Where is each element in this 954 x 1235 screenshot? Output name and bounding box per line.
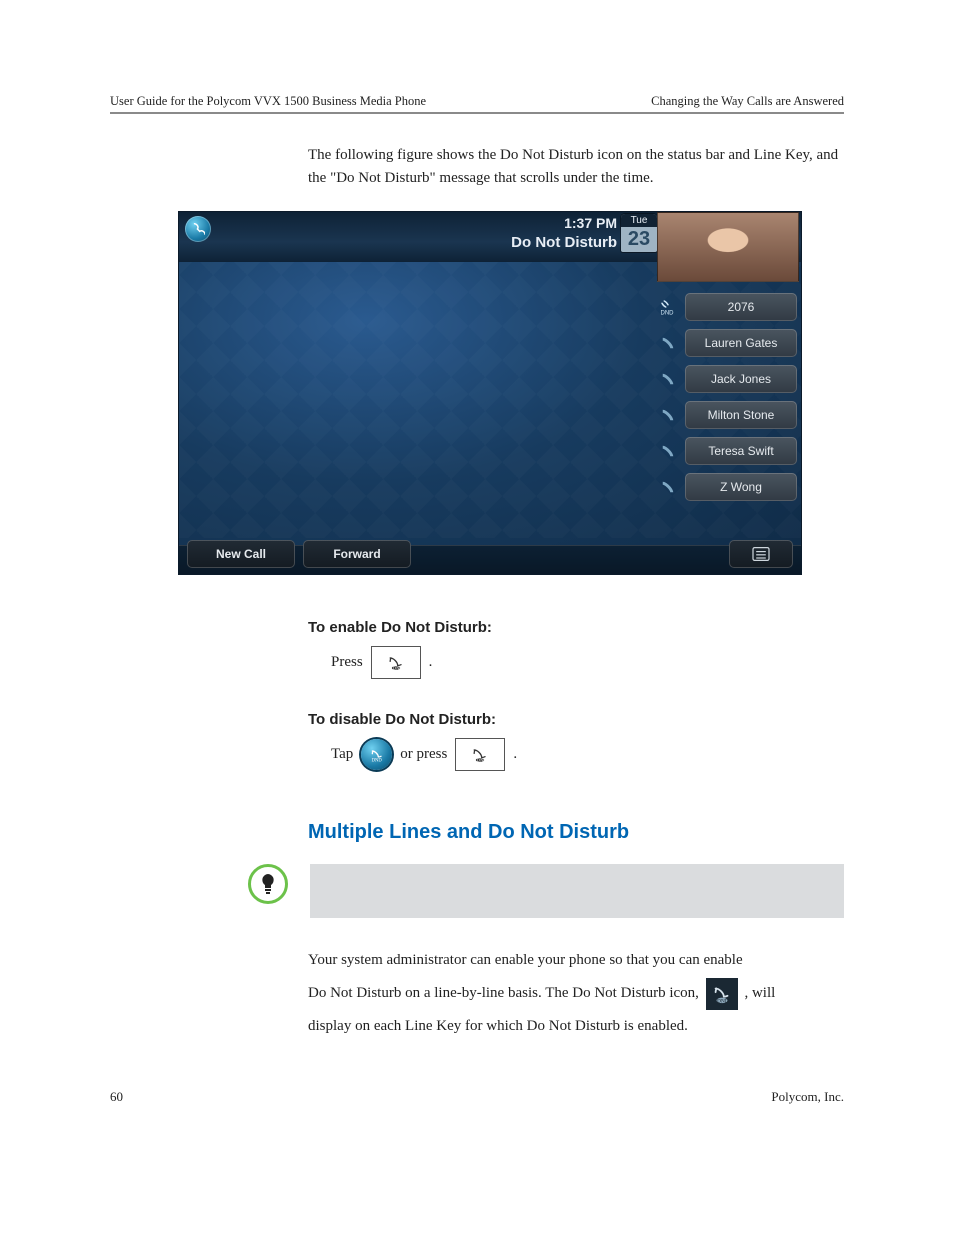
softkey-new-call[interactable]: New Call — [187, 540, 295, 568]
page-number: 60 — [110, 1089, 123, 1105]
clock: 1:37 PM — [564, 215, 617, 231]
speed-dial-key[interactable]: Jack Jones — [657, 364, 797, 394]
step-text: Press — [331, 654, 363, 671]
dnd-touchscreen-icon[interactable]: DND — [361, 739, 392, 770]
footer-org: Polycom, Inc. — [771, 1089, 844, 1105]
note-lightbulb-icon — [248, 864, 288, 904]
user-avatar-photo[interactable] — [657, 212, 799, 282]
speed-dial-key[interactable]: Z Wong — [657, 472, 797, 502]
phone-ui-screenshot: 1:37 PM Do Not Disturb Tue 23 DND 2076 L… — [178, 211, 802, 575]
para-text: Do Not Disturb on a line-by-line basis. … — [308, 985, 699, 1001]
multiple-lines-paragraph: Your system administrator can enable you… — [308, 944, 844, 1043]
contact-label: Z Wong — [685, 473, 797, 501]
svg-text:DND: DND — [717, 998, 729, 1004]
para-text: Your system administrator can enable you… — [308, 952, 743, 968]
handset-dnd-icon: DND — [469, 745, 491, 765]
calendar-day-number: 23 — [621, 227, 657, 252]
handset-dnd-icon: DND — [385, 653, 407, 673]
softkey-forward[interactable]: Forward — [303, 540, 411, 568]
handset-slash-icon — [191, 222, 205, 236]
running-header: User Guide for the Polycom VVX 1500 Busi… — [110, 94, 844, 114]
header-right: Changing the Way Calls are Answered — [651, 94, 844, 109]
step-text: . — [429, 654, 433, 671]
line-key-column: DND 2076 Lauren Gates Jack Jones Milton … — [657, 292, 797, 502]
dnd-hard-key[interactable]: DND — [455, 738, 505, 771]
handset-icon — [657, 368, 679, 390]
page-footer: 60 Polycom, Inc. — [110, 1089, 844, 1105]
disable-step: Tap DND or press DND . — [331, 738, 844, 771]
status-message: Do Not Disturb — [511, 234, 617, 251]
speed-dial-key[interactable]: Teresa Swift — [657, 436, 797, 466]
svg-text:DND: DND — [371, 758, 382, 762]
note-body — [310, 864, 844, 918]
contact-label: Jack Jones — [685, 365, 797, 393]
step-text: . — [513, 746, 517, 763]
line-key-extension[interactable]: DND 2076 — [657, 292, 797, 322]
para-text: display on each Line Key for which Do No… — [308, 1018, 688, 1034]
dnd-linekey-icon-inline: DND — [706, 978, 738, 1010]
note-callout — [248, 864, 844, 918]
contact-label: Teresa Swift — [685, 437, 797, 465]
step-text: or press — [400, 746, 447, 763]
enable-heading: To enable Do Not Disturb: — [308, 619, 844, 636]
disable-heading: To disable Do Not Disturb: — [308, 711, 844, 728]
softkey-menu[interactable] — [729, 540, 793, 568]
calendar-badge[interactable]: Tue 23 — [621, 214, 657, 252]
handset-icon — [657, 440, 679, 462]
contact-label: Milton Stone — [685, 401, 797, 429]
header-left: User Guide for the Polycom VVX 1500 Busi… — [110, 94, 426, 109]
handset-icon — [657, 476, 679, 498]
step-text: Tap — [331, 746, 353, 763]
section-heading: Multiple Lines and Do Not Disturb — [308, 821, 844, 844]
svg-text:DND: DND — [477, 757, 486, 762]
handset-icon — [657, 332, 679, 354]
contact-label: Lauren Gates — [685, 329, 797, 357]
line-key-label: 2076 — [685, 293, 797, 321]
list-icon — [751, 546, 771, 562]
intro-paragraph: The following figure shows the Do Not Di… — [308, 144, 844, 189]
calendar-day-of-week: Tue — [621, 214, 657, 227]
dnd-mini-icon: DND — [657, 296, 679, 318]
handset-icon — [657, 404, 679, 426]
speed-dial-key[interactable]: Milton Stone — [657, 400, 797, 430]
enable-step: Press DND . — [331, 646, 844, 679]
svg-text:DND: DND — [661, 311, 675, 317]
dnd-icon[interactable] — [185, 216, 211, 242]
para-text: , will — [744, 985, 775, 1001]
svg-text:DND: DND — [393, 665, 402, 670]
dnd-hard-key[interactable]: DND — [371, 646, 421, 679]
speed-dial-key[interactable]: Lauren Gates — [657, 328, 797, 358]
handset-slash-icon: DND — [369, 747, 385, 763]
